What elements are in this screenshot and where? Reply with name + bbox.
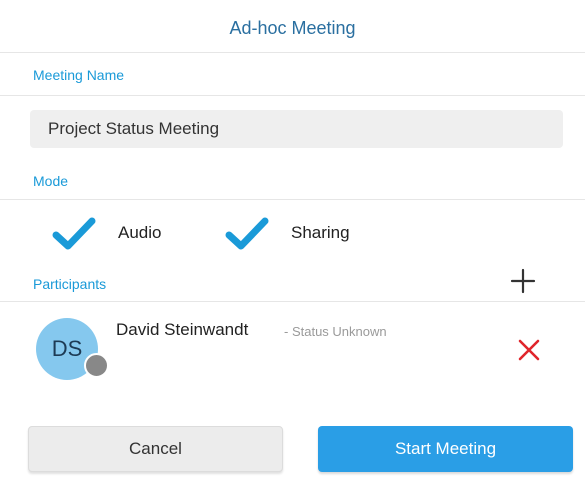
cancel-button[interactable]: Cancel [28,426,283,472]
meeting-name-label: Meeting Name [33,67,125,83]
meeting-name-input[interactable] [30,110,563,148]
checkmark-icon [52,217,96,250]
sharing-checkbox[interactable]: Sharing [225,213,350,253]
presence-status-dot [84,353,109,378]
dialog-title: Ad-hoc Meeting [229,18,356,38]
plus-icon[interactable] [510,268,536,294]
start-meeting-button[interactable]: Start Meeting [318,426,573,472]
participants-divider [0,301,585,302]
participant-status: - Status Unknown [284,324,387,339]
mode-divider [0,199,585,200]
sharing-label: Sharing [291,223,350,242]
meeting-name-divider [0,95,585,96]
ad-hoc-meeting-dialog: Ad-hoc Meeting Meeting Name Mode Audio S… [0,0,585,481]
audio-checkbox[interactable]: Audio [52,213,161,253]
audio-label: Audio [118,223,162,242]
mode-label: Mode [33,173,69,189]
close-icon[interactable] [516,337,542,363]
participant-name: David Steinwandt [116,320,249,339]
checkmark-icon [225,217,269,250]
participants-label: Participants [33,276,107,292]
title-divider [0,52,585,53]
